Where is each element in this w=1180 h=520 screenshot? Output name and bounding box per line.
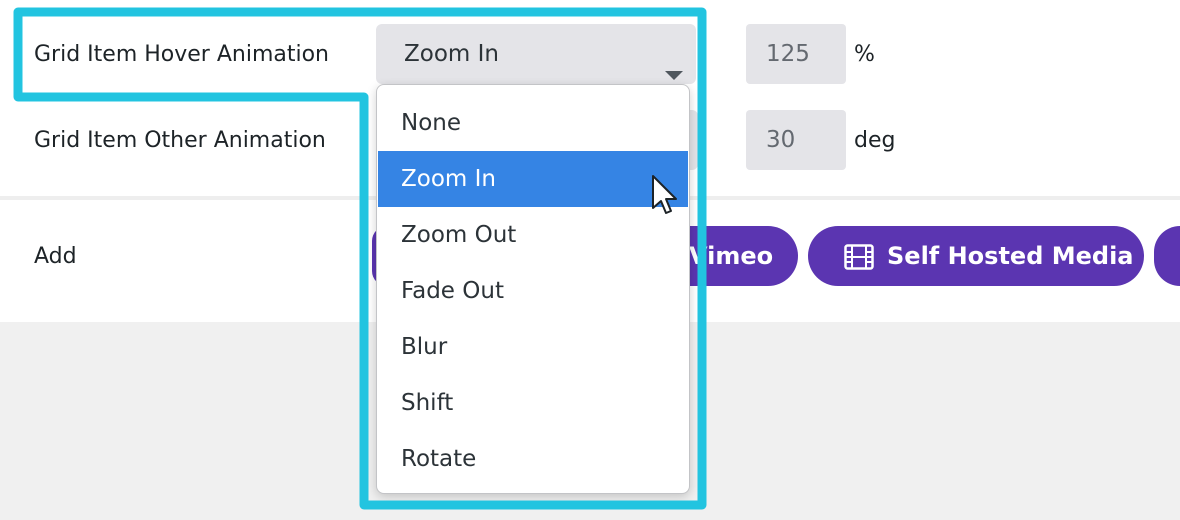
option-zoom-out[interactable]: Zoom Out [378, 207, 688, 263]
option-fade-out[interactable]: Fade Out [378, 263, 688, 319]
add-self-hosted-media-button[interactable]: Self Hosted Media [808, 226, 1144, 286]
hover-scale-input[interactable]: 125 [746, 24, 846, 84]
option-zoom-in[interactable]: Zoom In [378, 151, 688, 207]
option-rotate[interactable]: Rotate [378, 431, 688, 487]
option-blur[interactable]: Blur [378, 319, 688, 375]
other-animation-label: Grid Item Other Animation [34, 128, 326, 153]
hover-animation-select[interactable]: Zoom In [376, 24, 696, 84]
hover-animation-select-value: Zoom In [404, 41, 499, 67]
chevron-down-icon [665, 71, 683, 80]
other-rotate-input[interactable]: 30 [746, 110, 846, 170]
add-label: Add [34, 244, 77, 269]
add-next-button[interactable] [1154, 226, 1180, 286]
film-icon [844, 244, 874, 270]
animation-options-list: None Zoom In Zoom Out Fade Out Blur Shif… [378, 95, 688, 487]
option-shift[interactable]: Shift [378, 375, 688, 431]
add-vimeo-label: Vimeo [689, 242, 774, 270]
option-none[interactable]: None [378, 95, 688, 151]
hover-animation-label: Grid Item Hover Animation [34, 42, 329, 67]
hover-scale-unit: % [854, 42, 875, 67]
mouse-pointer-icon [652, 175, 677, 214]
add-self-hosted-media-label: Self Hosted Media [887, 242, 1134, 270]
other-rotate-unit: deg [854, 128, 896, 153]
animation-dropdown-menu: None Zoom In Zoom Out Fade Out Blur Shif… [376, 84, 690, 494]
